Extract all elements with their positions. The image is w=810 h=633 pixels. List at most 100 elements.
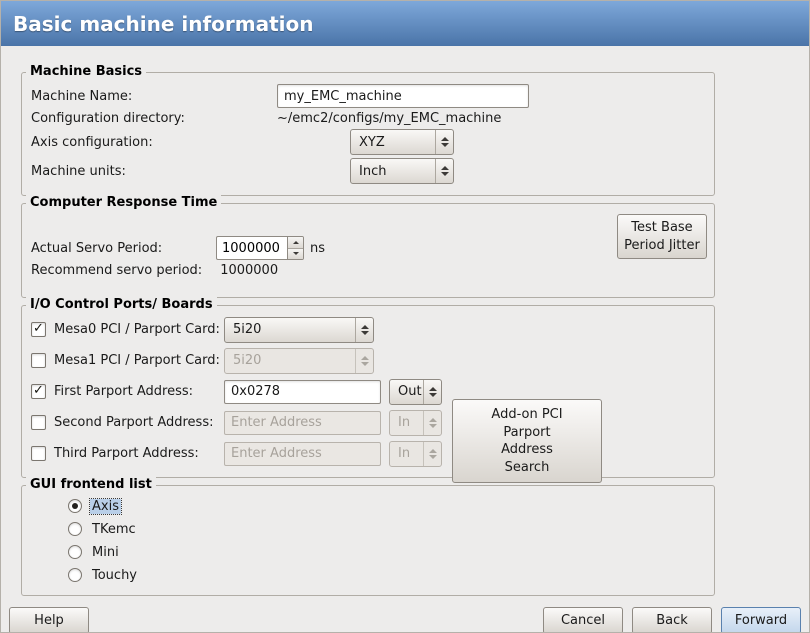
- first-parport-label: First Parport Address:: [54, 384, 193, 399]
- axis-radio[interactable]: [68, 499, 82, 513]
- machine-units-value: Inch: [351, 159, 435, 183]
- touchy-radio[interactable]: [68, 568, 82, 582]
- axis-configuration-combo[interactable]: XYZ: [350, 129, 454, 155]
- combo-arrows-icon: [423, 411, 441, 435]
- first-parport-address-input[interactable]: [224, 380, 381, 404]
- first-parport-direction-combo[interactable]: Out: [389, 379, 442, 405]
- combo-arrows-icon: [355, 318, 373, 342]
- second-parport-direction-value: In: [390, 411, 423, 435]
- combo-arrows-icon: [423, 442, 441, 466]
- mesa1-checkbox[interactable]: ✓: [31, 353, 46, 368]
- third-parport-address-input: [224, 442, 381, 466]
- page-title: Basic machine information: [13, 12, 314, 36]
- mesa1-card-value: 5i20: [225, 349, 355, 373]
- checkmark-icon: ✓: [33, 322, 44, 335]
- mesa0-card-value: 5i20: [225, 318, 355, 342]
- servo-period-spinner[interactable]: [216, 236, 304, 260]
- machine-name-input[interactable]: [277, 84, 529, 108]
- third-parport-direction-value: In: [390, 442, 423, 466]
- servo-period-input[interactable]: [217, 237, 287, 259]
- second-parport-check-group: ✓ Second Parport Address:: [31, 415, 224, 430]
- touchy-radio-label[interactable]: Touchy: [90, 568, 139, 583]
- first-parport-check-group: ✓ First Parport Address:: [31, 384, 224, 399]
- config-directory-value: ~/emc2/configs/my_EMC_machine: [277, 111, 501, 126]
- servo-period-label: Actual Servo Period:: [31, 241, 216, 256]
- mesa0-row: ✓ Mesa0 PCI / Parport Card: 5i20: [31, 314, 706, 345]
- gui-option-tkemc[interactable]: TKemc: [68, 518, 706, 540]
- basic-machine-info-dialog: Basic machine information Machine Basics…: [0, 0, 810, 633]
- io-ports-frame: I/O Control Ports/ Boards ✓ Mesa0 PCI / …: [21, 305, 715, 478]
- machine-units-row: Machine units: Inch: [31, 158, 706, 184]
- machine-basics-legend: Machine Basics: [26, 64, 146, 79]
- first-parport-direction-value: Out: [390, 380, 423, 404]
- third-parport-direction-combo: In: [389, 441, 442, 467]
- third-parport-row: ✓ Third Parport Address: In: [31, 438, 706, 469]
- spin-buttons: [287, 237, 303, 259]
- gui-frontend-legend: GUI frontend list: [26, 477, 156, 492]
- radio-dot-icon: [72, 503, 78, 509]
- recommend-period-label: Recommend servo period:: [31, 263, 202, 278]
- axis-configuration-label: Axis configuration:: [31, 135, 277, 150]
- mesa0-checkbox[interactable]: ✓: [31, 322, 46, 337]
- mesa0-check-group: ✓ Mesa0 PCI / Parport Card:: [31, 322, 224, 337]
- forward-button[interactable]: Forward: [721, 607, 801, 633]
- second-parport-checkbox[interactable]: ✓: [31, 415, 46, 430]
- spin-down-icon[interactable]: [288, 248, 303, 260]
- mesa0-label: Mesa0 PCI / Parport Card:: [54, 322, 220, 337]
- mesa1-card-combo: 5i20: [224, 348, 374, 374]
- recommend-period-value: 1000000: [220, 263, 278, 278]
- dialog-header: Basic machine information: [1, 1, 809, 46]
- config-directory-row: Configuration directory: ~/emc2/configs/…: [31, 111, 706, 126]
- dialog-content: Machine Basics Machine Name: Configurati…: [1, 46, 809, 603]
- gui-option-touchy[interactable]: Touchy: [68, 564, 706, 586]
- first-parport-row: ✓ First Parport Address: Out: [31, 376, 706, 407]
- machine-basics-frame: Machine Basics Machine Name: Configurati…: [21, 72, 715, 196]
- gui-frontend-frame: GUI frontend list Axis TKemc Mini Touchy: [21, 485, 715, 596]
- second-parport-direction-combo: In: [389, 410, 442, 436]
- io-ports-legend: I/O Control Ports/ Boards: [26, 297, 217, 312]
- third-parport-check-group: ✓ Third Parport Address:: [31, 446, 224, 461]
- mesa0-card-combo[interactable]: 5i20: [224, 317, 374, 343]
- spin-up-icon[interactable]: [288, 237, 303, 248]
- machine-units-label: Machine units:: [31, 164, 277, 179]
- mesa1-label: Mesa1 PCI / Parport Card:: [54, 353, 220, 368]
- gui-option-mini[interactable]: Mini: [68, 541, 706, 563]
- footer-right-buttons: Cancel Back Forward: [543, 607, 801, 633]
- second-parport-row: ✓ Second Parport Address: In: [31, 407, 706, 438]
- second-parport-label: Second Parport Address:: [54, 415, 213, 430]
- dialog-action-area: Help Cancel Back Forward: [1, 603, 809, 633]
- combo-arrows-icon: [435, 159, 453, 183]
- mini-radio-label[interactable]: Mini: [90, 545, 121, 560]
- axis-configuration-row: Axis configuration: XYZ: [31, 129, 706, 155]
- axis-radio-label[interactable]: Axis: [90, 499, 121, 514]
- servo-period-row: Actual Servo Period: ns: [31, 236, 706, 260]
- third-parport-label: Third Parport Address:: [54, 446, 199, 461]
- combo-arrows-icon: [435, 130, 453, 154]
- machine-units-combo[interactable]: Inch: [350, 158, 454, 184]
- addon-pci-parport-search-button[interactable]: Add-on PCI Parport Address Search: [452, 399, 602, 483]
- combo-arrows-icon: [423, 380, 441, 404]
- recommend-period-row: Recommend servo period: 1000000: [31, 263, 706, 278]
- test-base-period-jitter-button[interactable]: Test Base Period Jitter: [617, 214, 707, 259]
- machine-name-label: Machine Name:: [31, 89, 277, 104]
- servo-period-unit: ns: [310, 241, 325, 256]
- checkmark-icon: ✓: [33, 384, 44, 397]
- response-time-frame: Computer Response Time Test Base Period …: [21, 203, 715, 298]
- first-parport-checkbox[interactable]: ✓: [31, 384, 46, 399]
- third-parport-checkbox[interactable]: ✓: [31, 446, 46, 461]
- mesa1-check-group: ✓ Mesa1 PCI / Parport Card:: [31, 353, 224, 368]
- gui-option-axis[interactable]: Axis: [68, 495, 706, 517]
- cancel-button[interactable]: Cancel: [543, 607, 623, 633]
- combo-arrows-icon: [355, 349, 373, 373]
- axis-configuration-value: XYZ: [351, 130, 435, 154]
- tkemc-radio-label[interactable]: TKemc: [90, 522, 138, 537]
- help-button[interactable]: Help: [9, 607, 89, 633]
- config-directory-label: Configuration directory:: [31, 111, 277, 126]
- mesa1-row: ✓ Mesa1 PCI / Parport Card: 5i20: [31, 345, 706, 376]
- mini-radio[interactable]: [68, 545, 82, 559]
- response-time-legend: Computer Response Time: [26, 195, 221, 210]
- machine-name-row: Machine Name:: [31, 84, 706, 108]
- second-parport-address-input: [224, 411, 381, 435]
- back-button[interactable]: Back: [632, 607, 712, 633]
- tkemc-radio[interactable]: [68, 522, 82, 536]
